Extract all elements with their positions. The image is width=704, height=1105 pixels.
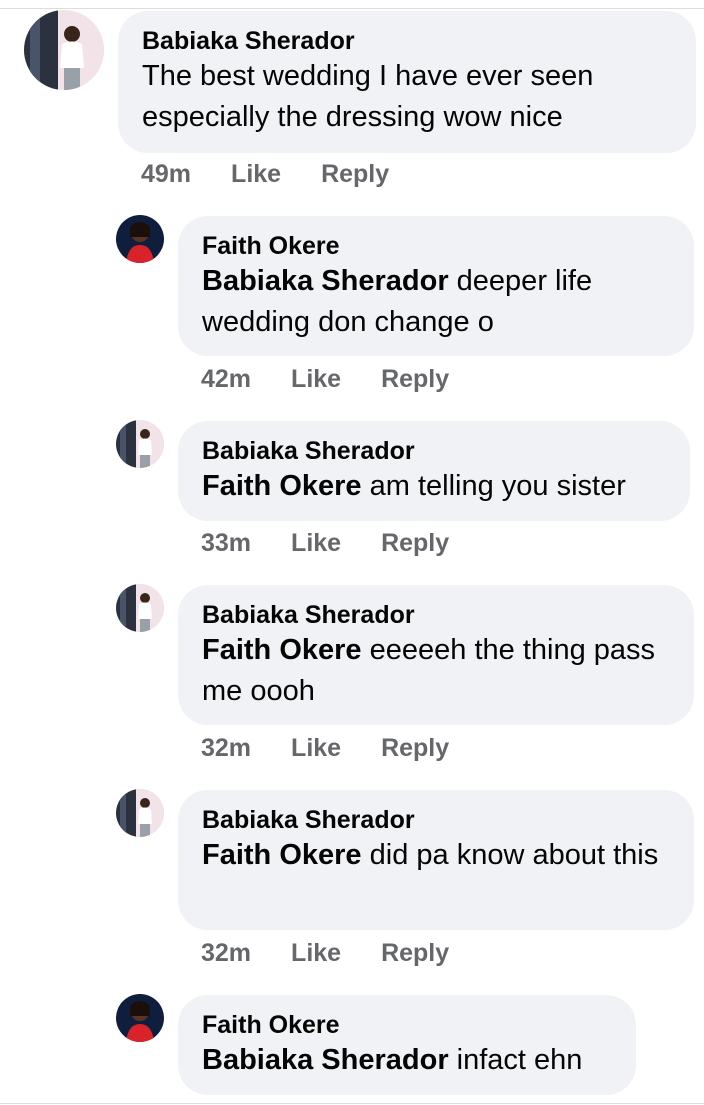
reply-button[interactable]: Reply (381, 734, 449, 763)
comment-author[interactable]: Faith Okere (202, 231, 670, 261)
profile-photo-icon (116, 584, 164, 632)
mention-tag[interactable]: Faith Okere (202, 634, 362, 666)
comment-actions: 32m Like Reply (201, 732, 449, 764)
like-button[interactable]: Like (231, 160, 281, 189)
comment-actions: 32m Like Reply (201, 937, 449, 969)
reply-button[interactable]: Reply (381, 365, 449, 394)
comment-timestamp[interactable]: 49m (141, 160, 191, 189)
comment-author[interactable]: Babiaka Sherador (142, 26, 672, 56)
avatar[interactable] (116, 789, 164, 837)
comment-bubble: Babiaka Sherador The best wedding I have… (118, 11, 696, 153)
comment-bubble: Babiaka Sherador Faith Okere am telling … (178, 421, 690, 521)
avatar[interactable] (116, 420, 164, 468)
comment-author[interactable]: Babiaka Sherador (202, 805, 670, 835)
profile-photo-icon (116, 789, 164, 837)
comment-timestamp[interactable]: 33m (201, 529, 251, 558)
comment-body: am telling you sister (369, 470, 626, 502)
like-button[interactable]: Like (291, 365, 341, 394)
comment-text: The best wedding I have ever seen especi… (142, 60, 594, 133)
comment-actions: 49m Like Reply (141, 158, 389, 190)
comment-timestamp[interactable]: 32m (201, 734, 251, 763)
reply-button[interactable]: Reply (381, 529, 449, 558)
top-divider (0, 8, 704, 9)
avatar[interactable] (24, 10, 104, 90)
comment-actions: 42m Like Reply (201, 363, 449, 395)
mention-tag[interactable]: Babiaka Sherador (202, 1044, 449, 1076)
comment-bubble: Babiaka Sherador Faith Okere did pa know… (178, 790, 694, 930)
comment-timestamp[interactable]: 32m (201, 939, 251, 968)
comment-bubble: Faith Okere Babiaka Sherador infact ehn (178, 995, 636, 1095)
comment-timestamp[interactable]: 42m (201, 365, 251, 394)
profile-photo-icon (116, 420, 164, 468)
comment-bubble: Faith Okere Babiaka Sherador deeper life… (178, 216, 694, 356)
like-button[interactable]: Like (291, 734, 341, 763)
mention-tag[interactable]: Babiaka Sherador (202, 265, 449, 297)
comment-actions: 33m Like Reply (201, 527, 449, 559)
comment-text: Babiaka Sherador infact ehn (202, 1040, 612, 1081)
avatar[interactable] (116, 994, 164, 1042)
comment-body: infact ehn (456, 1044, 583, 1076)
profile-photo-icon (116, 994, 164, 1042)
profile-photo-icon (24, 10, 104, 90)
comment-author[interactable]: Faith Okere (202, 1010, 612, 1040)
like-button[interactable]: Like (291, 529, 341, 558)
comment-author[interactable]: Babiaka Sherador (202, 600, 670, 630)
reply-button[interactable]: Reply (321, 160, 389, 189)
comment-text: Faith Okere am telling you sister (202, 466, 666, 507)
comment-text: Babiaka Sherador deeper life wedding don… (202, 261, 670, 343)
profile-photo-icon (116, 215, 164, 263)
avatar[interactable] (116, 584, 164, 632)
mention-tag[interactable]: Faith Okere (202, 839, 362, 871)
comment-body: did pa know about this (369, 839, 659, 871)
like-button[interactable]: Like (291, 939, 341, 968)
bottom-divider (0, 1103, 704, 1104)
comment-author[interactable]: Babiaka Sherador (202, 436, 666, 466)
comment-text: Faith Okere did pa know about this (202, 835, 670, 876)
reply-button[interactable]: Reply (381, 939, 449, 968)
avatar[interactable] (116, 215, 164, 263)
comment-text: Faith Okere eeeeeh the thing pass me ooo… (202, 630, 670, 712)
comment-bubble: Babiaka Sherador Faith Okere eeeeeh the … (178, 585, 694, 725)
mention-tag[interactable]: Faith Okere (202, 470, 362, 502)
